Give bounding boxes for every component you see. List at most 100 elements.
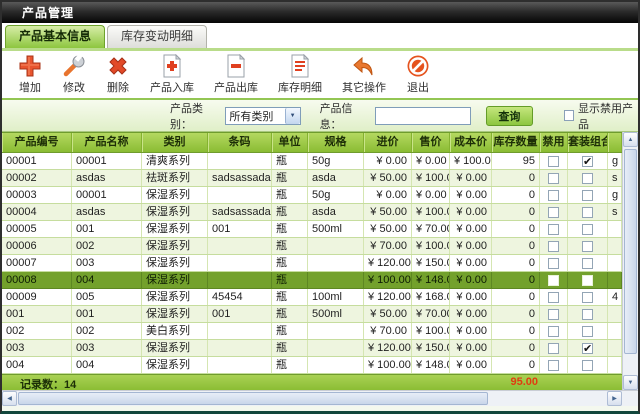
cell: 保湿系列 bbox=[142, 272, 208, 288]
delete-button[interactable]: 删除 bbox=[106, 54, 130, 95]
column-header-4[interactable]: 条码 bbox=[208, 133, 272, 152]
scroll-up-icon[interactable]: ▲ bbox=[623, 132, 638, 147]
column-header-7[interactable]: 进价 bbox=[364, 133, 412, 152]
vertical-scroll-thumb[interactable] bbox=[624, 149, 637, 354]
cell: ¥ 120.00 bbox=[364, 255, 412, 271]
cell bbox=[308, 357, 364, 373]
cell: asda bbox=[308, 204, 364, 220]
table-row[interactable]: 00005001保湿系列001瓶500ml¥ 50.00¥ 70.00¥ 0.0… bbox=[2, 221, 622, 238]
vertical-scrollbar[interactable]: ▲ ▼ bbox=[622, 132, 638, 390]
combo-checkbox[interactable] bbox=[582, 343, 593, 354]
horizontal-scrollbar[interactable]: ◀ ▶ bbox=[2, 390, 638, 406]
table-row[interactable]: 00004asdas保湿系列sadsassada瓶asda¥ 50.00¥ 10… bbox=[2, 204, 622, 221]
cell: ¥ 100.0 bbox=[412, 204, 450, 220]
disabled-checkbox[interactable] bbox=[548, 275, 559, 286]
disabled-checkbox[interactable] bbox=[548, 360, 559, 371]
column-header-9[interactable]: 成本价 bbox=[450, 133, 492, 152]
cell: 00009 bbox=[2, 289, 72, 305]
column-header-3[interactable]: 类别 bbox=[142, 133, 208, 152]
combo-checkbox[interactable] bbox=[582, 156, 593, 167]
disabled-checkbox[interactable] bbox=[548, 292, 559, 303]
disabled-checkbox[interactable] bbox=[548, 343, 559, 354]
column-header-1[interactable]: 产品编号 bbox=[2, 133, 72, 152]
combo-checkbox[interactable] bbox=[582, 190, 593, 201]
product-inbound-button[interactable]: 产品入库 bbox=[150, 54, 194, 95]
scroll-left-icon[interactable]: ◀ bbox=[2, 391, 17, 406]
disabled-checkbox[interactable] bbox=[548, 207, 559, 218]
other-actions-button[interactable]: 其它操作 bbox=[342, 54, 386, 95]
title-bar[interactable]: 产品管理 bbox=[2, 2, 638, 23]
cell: 瓶 bbox=[272, 340, 308, 356]
combo-checkbox[interactable] bbox=[582, 360, 593, 371]
combo-checkbox[interactable] bbox=[582, 207, 593, 218]
combo-checkbox[interactable] bbox=[582, 258, 593, 269]
table-row[interactable]: 002002美白系列瓶¥ 70.00¥ 100.0¥ 0.000 bbox=[2, 323, 622, 340]
table-row[interactable]: 001001保湿系列001瓶500ml¥ 50.00¥ 70.00¥ 0.000 bbox=[2, 306, 622, 323]
combo-checkbox[interactable] bbox=[582, 224, 593, 235]
disabled-checkbox[interactable] bbox=[548, 258, 559, 269]
column-header-13[interactable] bbox=[608, 133, 622, 152]
inventory-detail-doc-icon bbox=[288, 54, 312, 78]
disabled-checkbox[interactable] bbox=[548, 190, 559, 201]
combo-checkbox[interactable] bbox=[582, 275, 593, 286]
column-header-5[interactable]: 单位 bbox=[272, 133, 308, 152]
combo-checkbox[interactable] bbox=[582, 292, 593, 303]
horizontal-scroll-thumb[interactable] bbox=[18, 392, 488, 405]
column-header-8[interactable]: 售价 bbox=[412, 133, 450, 152]
table-row[interactable]: 0000100001清爽系列瓶50g¥ 0.00¥ 0.00¥ 100.0095… bbox=[2, 153, 622, 170]
table-row[interactable]: 00007003保湿系列瓶¥ 120.00¥ 150.0¥ 0.000 bbox=[2, 255, 622, 272]
cell: ¥ 120.00 bbox=[364, 340, 412, 356]
column-header-12[interactable]: 套装组合 bbox=[568, 133, 608, 152]
table-row[interactable]: 004004保湿系列瓶¥ 100.00¥ 148.0¥ 0.000 bbox=[2, 357, 622, 374]
modify-button[interactable]: 修改 bbox=[62, 54, 86, 95]
cell: ¥ 70.00 bbox=[364, 238, 412, 254]
cell bbox=[308, 340, 364, 356]
cell: sadsassada bbox=[208, 170, 272, 186]
table-row[interactable]: 00009005保湿系列45454瓶100ml¥ 120.00¥ 168.0¥ … bbox=[2, 289, 622, 306]
table-row[interactable]: 00002asdas祛斑系列sadsassada瓶asda¥ 50.00¥ 10… bbox=[2, 170, 622, 187]
cell: 保湿系列 bbox=[142, 238, 208, 254]
cell: 001 bbox=[2, 306, 72, 322]
cell bbox=[208, 187, 272, 203]
disabled-checkbox[interactable] bbox=[548, 156, 559, 167]
cell: 00001 bbox=[2, 153, 72, 169]
product-info-input[interactable] bbox=[375, 107, 471, 125]
cell: 瓶 bbox=[272, 306, 308, 322]
table-row[interactable]: 003003保湿系列瓶¥ 120.00¥ 150.0¥ 0.000 bbox=[2, 340, 622, 357]
add-button[interactable]: 增加 bbox=[18, 54, 42, 95]
disabled-checkbox[interactable] bbox=[548, 241, 559, 252]
column-header-6[interactable]: 规格 bbox=[308, 133, 364, 152]
cell: ¥ 150.0 bbox=[412, 340, 450, 356]
tab-inventory-change-detail[interactable]: 库存变动明细 bbox=[107, 25, 207, 48]
disabled-checkbox[interactable] bbox=[548, 224, 559, 235]
tab-product-basic-info[interactable]: 产品基本信息 bbox=[5, 25, 105, 48]
category-select[interactable]: 所有类别 ▼ bbox=[225, 107, 300, 125]
disabled-checkbox[interactable] bbox=[548, 173, 559, 184]
table-row[interactable]: 00006002保湿系列瓶¥ 70.00¥ 100.0¥ 0.000 bbox=[2, 238, 622, 255]
disabled-checkbox[interactable] bbox=[548, 309, 559, 320]
scroll-down-icon[interactable]: ▼ bbox=[623, 375, 638, 390]
column-header-11[interactable]: 禁用 bbox=[540, 133, 568, 152]
combo-checkbox[interactable] bbox=[582, 326, 593, 337]
search-button[interactable]: 查询 bbox=[486, 106, 533, 126]
show-disabled-checkbox[interactable] bbox=[564, 110, 574, 121]
table-row[interactable]: 0000300001保湿系列瓶50g¥ 0.00¥ 0.00¥ 0.000g bbox=[2, 187, 622, 204]
table-row[interactable]: 00008004保湿系列瓶¥ 100.00¥ 148.0¥ 0.000 bbox=[2, 272, 622, 289]
cell: 0 bbox=[492, 272, 540, 288]
cell bbox=[208, 323, 272, 339]
cell: 瓶 bbox=[272, 323, 308, 339]
combo-checkbox[interactable] bbox=[582, 309, 593, 320]
combo-checkbox[interactable] bbox=[582, 241, 593, 252]
cell: 保湿系列 bbox=[142, 187, 208, 203]
disabled-checkbox[interactable] bbox=[548, 326, 559, 337]
column-header-2[interactable]: 产品名称 bbox=[72, 133, 142, 152]
scroll-right-icon[interactable]: ▶ bbox=[607, 391, 622, 406]
column-header-10[interactable]: 库存数量 bbox=[492, 133, 540, 152]
cell: 0 bbox=[492, 357, 540, 373]
chevron-down-icon[interactable]: ▼ bbox=[285, 108, 300, 124]
exit-button[interactable]: 退出 bbox=[406, 54, 430, 95]
combo-checkbox[interactable] bbox=[582, 173, 593, 184]
cell: 0 bbox=[492, 340, 540, 356]
inventory-detail-button[interactable]: 库存明细 bbox=[278, 54, 322, 95]
product-outbound-button[interactable]: 产品出库 bbox=[214, 54, 258, 95]
